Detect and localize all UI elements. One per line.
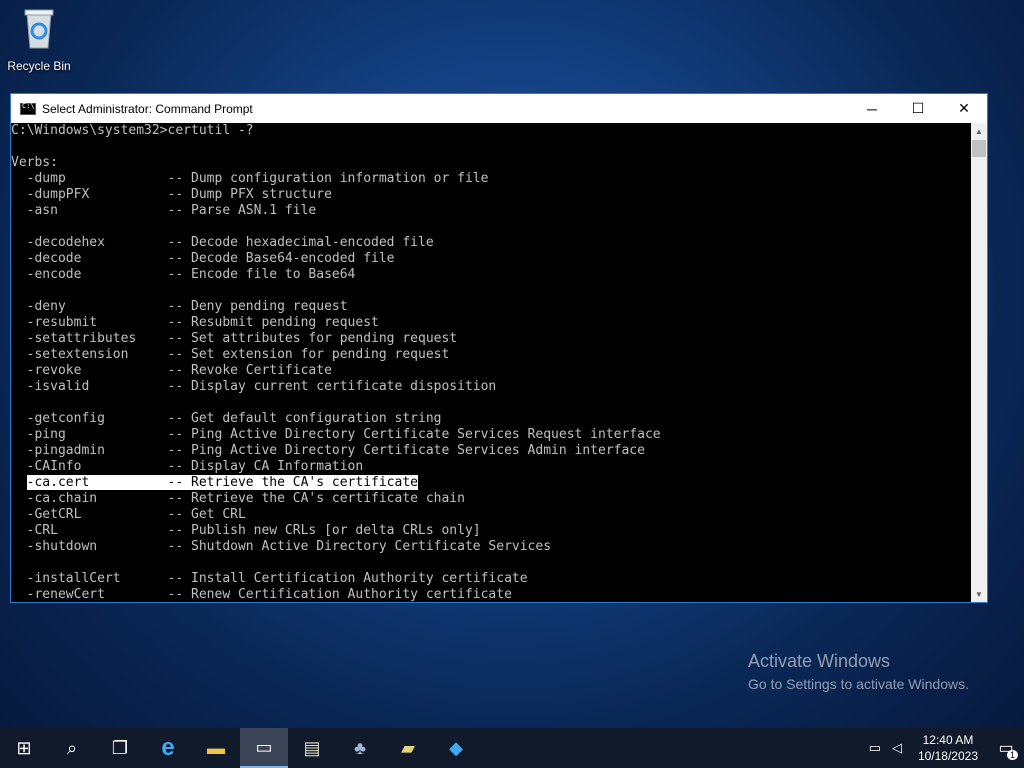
window-title: Select Administrator: Command Prompt [42,101,253,116]
taskbar-item[interactable]: ▭ [240,728,288,768]
console-line: -shutdown -- Shutdown Active Directory C… [11,539,552,554]
console-line: -dumpPFX -- Dump PFX structure [11,187,332,202]
command-prompt-window[interactable]: Select Administrator: Command Prompt ─ ☐… [10,93,988,603]
scroll-thumb[interactable] [972,140,986,157]
volume-icon[interactable]: ◁ [886,728,908,768]
console-line: -ca.chain -- Retrieve the CA's certifica… [11,491,465,506]
console-line: -asn -- Parse ASN.1 file [11,203,317,218]
taskbar-item[interactable]: ▬ [192,728,240,768]
console-line: -ca.cert -- Retrieve the CA's certificat… [11,475,971,491]
network-icon[interactable]: ▭ [864,728,886,768]
console-line: -resubmit -- Resubmit pending request [11,315,379,330]
title-bar[interactable]: Select Administrator: Command Prompt ─ ☐… [11,94,987,123]
vertical-scrollbar[interactable]: ▲ ▼ [971,123,987,602]
command-prompt-icon: ▭ [255,736,273,757]
clock-date: 10/18/2023 [917,749,978,763]
console-line: -GetCRL -- Get CRL [11,507,246,522]
console-line: -installCert -- Install Certification Au… [11,571,528,586]
command-prompt-icon [20,102,36,115]
console-line: -dump -- Dump configuration information … [11,171,489,186]
console-line: -deny -- Deny pending request [11,299,348,314]
taskbar-item[interactable]: ◆ [432,728,480,768]
recycle-bin[interactable]: Recycle Bin [4,6,74,73]
taskbar-item[interactable]: ⊞ [0,728,48,768]
console-line: -decode -- Decode Base64-encoded file [11,251,395,266]
taskbar-item[interactable]: e [144,728,192,768]
scroll-down-icon[interactable]: ▼ [971,586,987,602]
console-line: -CAInfo -- Display CA Information [11,459,364,474]
console-line: -decodehex -- Decode hexadecimal-encoded… [11,235,434,250]
internet-explorer-icon: e [161,734,175,761]
console-line: -setextension -- Set extension for pendi… [11,347,450,362]
console-line: -revoke -- Revoke Certificate [11,363,332,378]
console-line: -pingadmin -- Ping Active Directory Cert… [11,443,645,458]
system-tray: ▭ ◁ 12:40 AM 10/18/2023 ▭ 1 [864,728,1024,768]
activate-title: Activate Windows [748,651,891,671]
clock-time: 12:40 AM [922,733,974,747]
console-line: C:\Windows\system32>certutil -? [11,123,254,138]
activation-watermark: Activate Windows Go to Settings to activ… [748,651,969,692]
console-line-indent [11,475,27,490]
console-line: Verbs: [11,155,58,170]
activate-subtitle: Go to Settings to activate Windows. [748,676,969,692]
network-tool-icon: ♣ [354,737,366,758]
console-line: -getconfig -- Get default configuration … [11,411,442,426]
notification-count: 1 [1006,750,1018,760]
taskbar-item[interactable]: ❐ [96,728,144,768]
minimize-button[interactable]: ─ [849,94,895,123]
console-line: -renewCert -- Renew Certification Author… [11,587,512,602]
console-line: -CRL -- Publish new CRLs [or delta CRLs … [11,523,481,538]
selected-text[interactable]: -ca.cert -- Retrieve the CA's certificat… [26,475,418,490]
console-line: -ping -- Ping Active Directory Certifica… [11,427,661,442]
taskbar: ⊞ ⌕ ❐ e ▬ ▭ ▤ ♣ ▰ ◆ ▭ ◁ 12:40 AM 10/18/2023 ▭ 1 [0,728,1024,768]
taskbar-item[interactable]: ▰ [384,728,432,768]
scroll-up-icon[interactable]: ▲ [971,123,987,139]
console-line: -setattributes -- Set attributes for pen… [11,331,458,346]
console-output[interactable]: C:\Windows\system32>certutil -? Verbs: -d… [11,123,971,602]
notepad-icon: ▤ [303,737,321,758]
certificate-tool-icon: ▰ [401,737,415,758]
notification-icon[interactable]: ▭ 1 [988,728,1024,768]
maximize-button[interactable]: ☐ [895,94,941,123]
taskbar-item[interactable]: ♣ [336,728,384,768]
console-line: -encode -- Encode file to Base64 [11,267,356,282]
close-button[interactable]: ✕ [941,94,987,123]
start-button-icon: ⊞ [16,737,32,758]
recycle-bin-label: Recycle Bin [7,59,71,73]
console-line: -isvalid -- Display current certificate … [11,379,497,394]
active-directory-icon: ◆ [449,737,463,758]
task-view-icon: ❐ [111,737,129,758]
clock[interactable]: 12:40 AM 10/18/2023 [918,732,978,764]
file-explorer-icon: ▬ [207,737,225,758]
taskbar-item[interactable]: ⌕ [48,728,96,768]
taskbar-item[interactable]: ▤ [288,728,336,768]
search-icon: ⌕ [66,737,78,758]
recycle-bin-icon [24,9,54,49]
